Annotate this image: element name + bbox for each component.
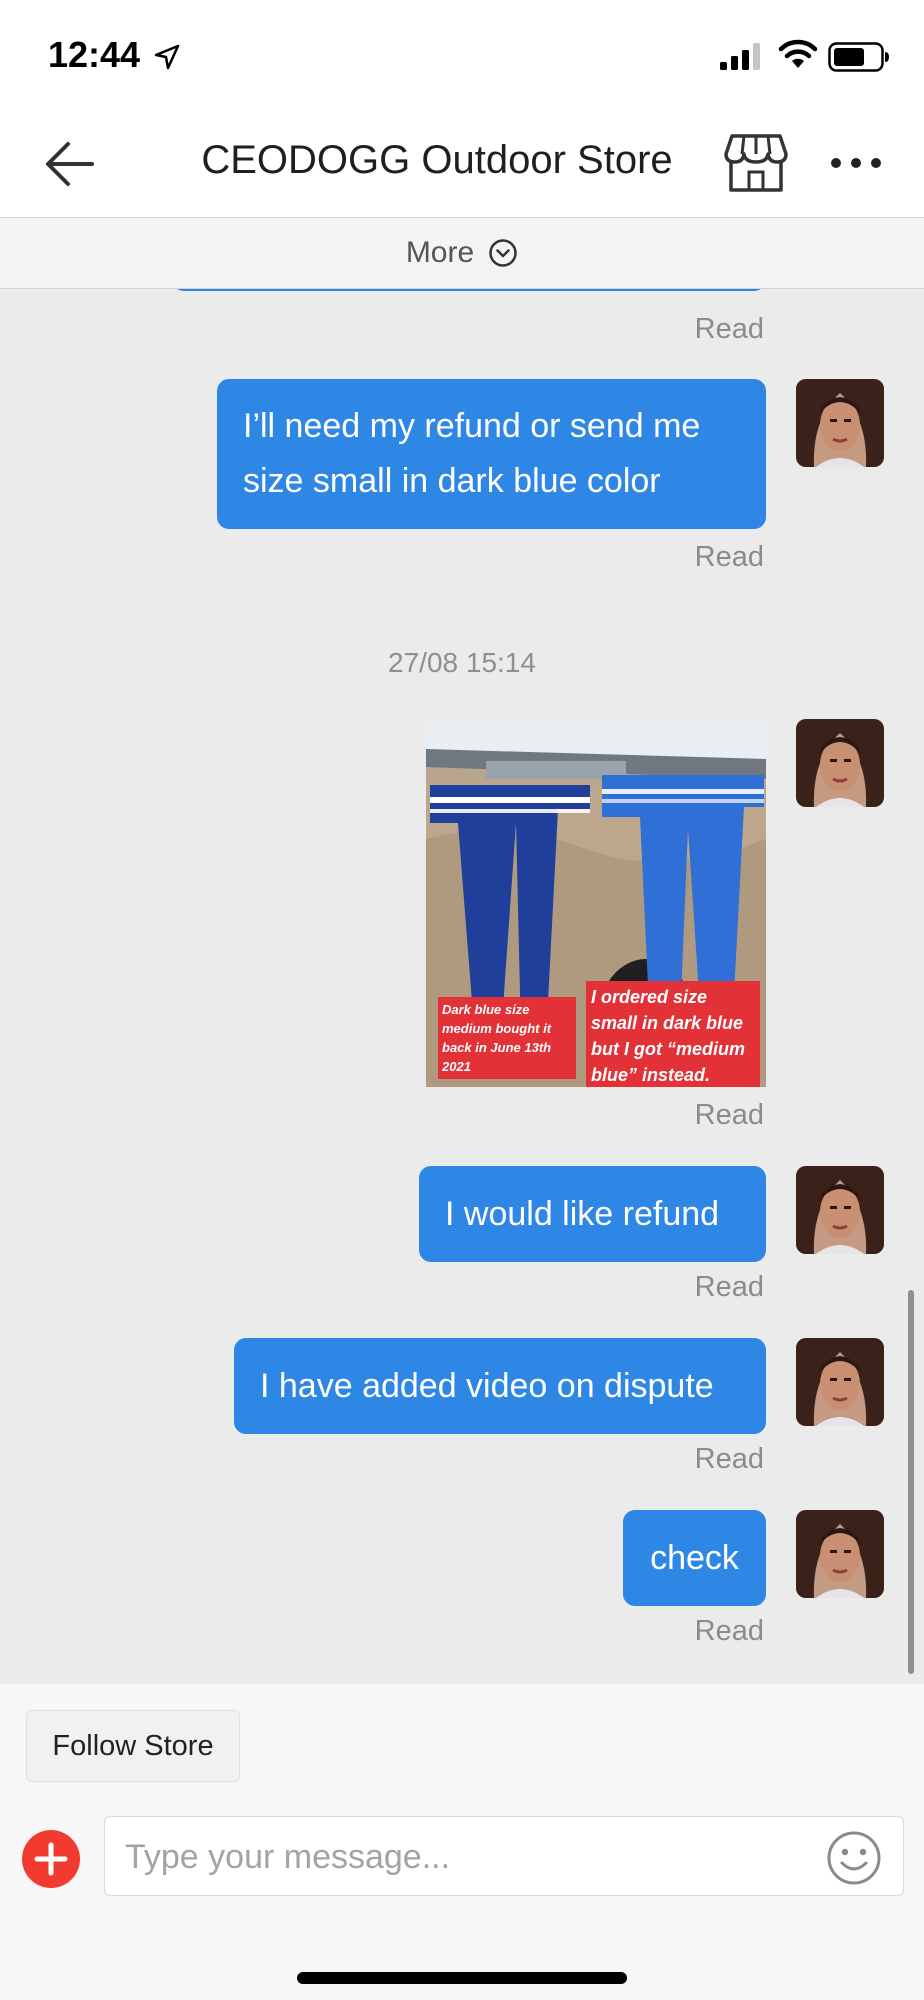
read-status: Read xyxy=(694,1443,764,1475)
load-more-bar[interactable]: More xyxy=(0,217,924,289)
follow-store-button[interactable]: Follow Store xyxy=(26,1710,240,1782)
plus-icon xyxy=(34,1842,68,1876)
read-status: Read xyxy=(694,541,764,573)
status-bar: 12:44 xyxy=(0,0,924,110)
user-avatar[interactable] xyxy=(796,379,884,467)
back-arrow-icon[interactable] xyxy=(40,136,100,192)
message-input-container xyxy=(104,1816,904,1896)
chat-header: CEODOGG Outdoor Store xyxy=(0,110,924,217)
more-label: More xyxy=(405,236,475,269)
user-avatar[interactable] xyxy=(796,1510,884,1598)
read-status: Read xyxy=(694,1099,764,1131)
message-line: I’ll need my refund or send me xyxy=(243,407,701,445)
battery-icon xyxy=(828,42,889,72)
user-avatar[interactable] xyxy=(796,1166,884,1254)
add-attachment-button[interactable] xyxy=(22,1830,80,1888)
photo-message[interactable]: Dark blue size medium bought it back in … xyxy=(426,719,766,1087)
photo-caption-right: I ordered size small in dark blue but I … xyxy=(586,981,760,1087)
wifi-icon xyxy=(778,39,818,68)
ellipsis-icon[interactable] xyxy=(826,148,886,178)
scrollbar[interactable] xyxy=(908,1290,914,1674)
chevron-down-circle-icon xyxy=(489,239,517,267)
message-bubble[interactable]: I’ll need my refund or send me size smal… xyxy=(217,379,766,529)
message-timestamp: 27/08 15:14 xyxy=(388,647,536,678)
read-status: Read xyxy=(694,1615,764,1647)
message-bubble[interactable]: check xyxy=(623,1510,766,1606)
location-arrow-icon xyxy=(154,44,180,70)
user-avatar[interactable] xyxy=(796,1338,884,1426)
partial-message-bubble[interactable] xyxy=(172,289,766,291)
message-list[interactable]: Read I’ll need my refund or send me size… xyxy=(0,289,924,1684)
photo-caption-left: Dark blue size medium bought it back in … xyxy=(438,997,576,1079)
status-time: 12:44 xyxy=(48,34,141,75)
message-line: size small in dark blue color xyxy=(243,462,661,500)
cellular-signal-icon xyxy=(720,43,760,70)
read-status: Read xyxy=(694,313,764,345)
message-input[interactable] xyxy=(125,1829,825,1885)
composer-panel: Follow Store xyxy=(0,1684,924,2000)
read-status: Read xyxy=(694,1271,764,1303)
user-avatar[interactable] xyxy=(796,719,884,807)
store-icon[interactable] xyxy=(722,132,790,194)
home-indicator xyxy=(297,1972,627,1984)
message-bubble[interactable]: I have added video on dispute xyxy=(234,1338,766,1434)
message-bubble[interactable]: I would like refund xyxy=(419,1166,766,1262)
store-name-title: CEODOGG Outdoor Store xyxy=(201,138,673,182)
emoji-icon[interactable] xyxy=(825,1829,883,1887)
